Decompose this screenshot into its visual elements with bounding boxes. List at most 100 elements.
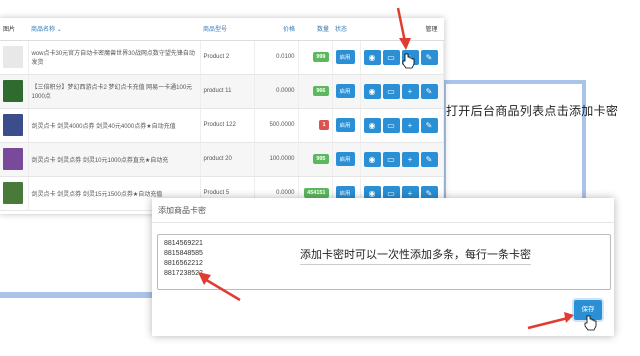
header-name[interactable]: 商品名称 ⌄ xyxy=(28,18,200,41)
card-icon: ▭ xyxy=(387,86,395,96)
eye-icon: ◉ xyxy=(368,86,376,96)
status-toggle-button[interactable]: 启用 xyxy=(335,50,355,64)
header-stock[interactable]: 数量 xyxy=(298,18,332,41)
pencil-button[interactable]: ✎ xyxy=(420,83,438,99)
product-price: 0.0000 xyxy=(254,74,299,109)
card-button[interactable]: ▭ xyxy=(382,151,400,167)
table-row: wow点卡30元官方自动卡密魔兽世界30战网点数守望先锋自动发货 Product… xyxy=(0,40,444,75)
product-thumbnail[interactable] xyxy=(3,148,23,170)
product-table-body: wow点卡30元官方自动卡密魔兽世界30战网点数守望先锋自动发货 Product… xyxy=(0,40,444,211)
dialog-divider xyxy=(152,222,614,223)
product-model: Product 2 xyxy=(200,40,255,75)
product-name: 【三倍积分】梦幻西游点卡2 梦幻点卡充值 网易一卡通100元1000点 xyxy=(28,74,201,109)
product-thumbnail[interactable] xyxy=(3,182,23,204)
stock-badge: 966 xyxy=(313,86,329,96)
eye-icon: ◉ xyxy=(368,52,376,62)
card-icon: ▭ xyxy=(387,188,395,198)
pencil-icon: ✎ xyxy=(425,154,433,164)
save-button[interactable]: 保存 xyxy=(574,300,602,320)
plus-icon: + xyxy=(407,154,413,164)
product-name: 剑灵点卡 剑灵点券 剑灵10元1000点券直充★自动充 xyxy=(28,142,201,177)
table-row: 剑灵点卡 剑灵点券 剑灵10元1000点券直充★自动充 product 20 1… xyxy=(0,142,444,177)
dialog-title: 添加商品卡密 xyxy=(158,206,206,215)
card-button[interactable]: ▭ xyxy=(382,117,400,133)
product-status-cell: 启用 xyxy=(332,142,361,177)
product-price: 100.0000 xyxy=(254,142,299,177)
header-status[interactable]: 状态 xyxy=(332,18,360,41)
product-table: 图片 商品名称 ⌄ 商品型号 价格 数量 状态 管理 wow点卡30元官方自动卡… xyxy=(0,18,444,211)
pencil-icon: ✎ xyxy=(425,52,433,62)
product-thumbnail[interactable] xyxy=(3,114,23,136)
pencil-button[interactable]: ✎ xyxy=(420,49,438,65)
plus-button[interactable]: + xyxy=(401,49,419,65)
product-stock-cell: 1 xyxy=(298,108,333,143)
card-icon: ▭ xyxy=(387,120,395,130)
chevron-down-icon: ⌄ xyxy=(56,27,62,34)
product-status-cell: 启用 xyxy=(332,108,361,143)
header-price[interactable]: 价格 xyxy=(254,18,298,41)
header-manage: 管理 xyxy=(360,18,444,41)
plus-button[interactable]: + xyxy=(401,83,419,99)
pencil-button[interactable]: ✎ xyxy=(420,151,438,167)
product-model: product 11 xyxy=(200,74,255,109)
stock-badge: 999 xyxy=(313,52,329,62)
plus-icon: + xyxy=(407,86,413,96)
operations-cell: ◉ ▭ + ✎ xyxy=(360,40,444,75)
table-row: 【三倍积分】梦幻西游点卡2 梦幻点卡充值 网易一卡通100元1000点 prod… xyxy=(0,74,444,109)
card-button[interactable]: ▭ xyxy=(382,49,400,65)
card-button[interactable]: ▭ xyxy=(382,83,400,99)
callout-text: 打开后台商品列表点击添加卡密 xyxy=(446,104,619,118)
eye-button[interactable]: ◉ xyxy=(363,151,381,167)
table-header-row: 图片 商品名称 ⌄ 商品型号 价格 数量 状态 管理 xyxy=(0,18,444,41)
header-model[interactable]: 商品型号 xyxy=(200,18,254,41)
pencil-button[interactable]: ✎ xyxy=(420,117,438,133)
plus-icon: + xyxy=(407,188,413,198)
card-icon: ▭ xyxy=(387,52,395,62)
eye-icon: ◉ xyxy=(368,120,376,130)
product-thumbnail-cell xyxy=(0,176,29,211)
stock-badge: 454151 xyxy=(304,188,329,198)
product-thumbnail-cell xyxy=(0,142,29,177)
product-thumbnail-cell xyxy=(0,108,29,143)
plus-icon: + xyxy=(407,120,413,130)
plus-button[interactable]: + xyxy=(401,151,419,167)
product-status-cell: 启用 xyxy=(332,40,361,75)
status-toggle-button[interactable]: 启用 xyxy=(335,118,355,132)
product-thumbnail[interactable] xyxy=(3,46,23,68)
decorative-frame-bar xyxy=(0,292,160,298)
product-stock-cell: 995 xyxy=(298,142,333,177)
plus-button[interactable]: + xyxy=(401,117,419,133)
product-name: 剑灵点卡 剑灵4000点券 剑灵40元4000点券★自动充值 xyxy=(28,108,201,143)
eye-icon: ◉ xyxy=(368,188,376,198)
product-table-panel: 图片 商品名称 ⌄ 商品型号 价格 数量 状态 管理 wow点卡30元官方自动卡… xyxy=(0,18,444,214)
pencil-icon: ✎ xyxy=(425,86,433,96)
stock-badge: 995 xyxy=(313,154,329,164)
product-stock-cell: 966 xyxy=(298,74,333,109)
eye-button[interactable]: ◉ xyxy=(363,49,381,65)
product-thumbnail-cell xyxy=(0,40,29,75)
product-thumbnail-cell xyxy=(0,74,29,109)
pencil-icon: ✎ xyxy=(425,188,433,198)
screenshot-stage: 打开后台商品列表点击添加卡密 图片 商品名称 ⌄ 商品型号 价格 数量 状态 管… xyxy=(0,0,640,356)
table-row: 剑灵点卡 剑灵4000点券 剑灵40元4000点券★自动充值 Product 1… xyxy=(0,108,444,143)
add-card-dialog: 添加商品卡密 8814569221 8815848585 8816562212 … xyxy=(152,198,614,336)
operations-cell: ◉ ▭ + ✎ xyxy=(360,142,444,177)
eye-button[interactable]: ◉ xyxy=(363,117,381,133)
product-price: 500.0000 xyxy=(254,108,299,143)
status-toggle-button[interactable]: 启用 xyxy=(335,152,355,166)
plus-icon: + xyxy=(407,52,413,62)
product-status-cell: 启用 xyxy=(332,74,361,109)
header-image: 图片 xyxy=(0,18,28,41)
pencil-icon: ✎ xyxy=(425,120,433,130)
product-model: product 20 xyxy=(200,142,255,177)
eye-button[interactable]: ◉ xyxy=(363,83,381,99)
product-price: 0.0100 xyxy=(254,40,299,75)
product-name: wow点卡30元官方自动卡密魔兽世界30战网点数守望先锋自动发货 xyxy=(28,40,201,75)
operations-cell: ◉ ▭ + ✎ xyxy=(360,74,444,109)
eye-icon: ◉ xyxy=(368,154,376,164)
status-toggle-button[interactable]: 启用 xyxy=(335,84,355,98)
dialog-hint-text: 添加卡密时可以一次性添加多条，每行一条卡密 xyxy=(300,246,531,265)
operations-cell: ◉ ▭ + ✎ xyxy=(360,108,444,143)
stock-badge: 1 xyxy=(319,120,329,130)
product-thumbnail[interactable] xyxy=(3,80,23,102)
